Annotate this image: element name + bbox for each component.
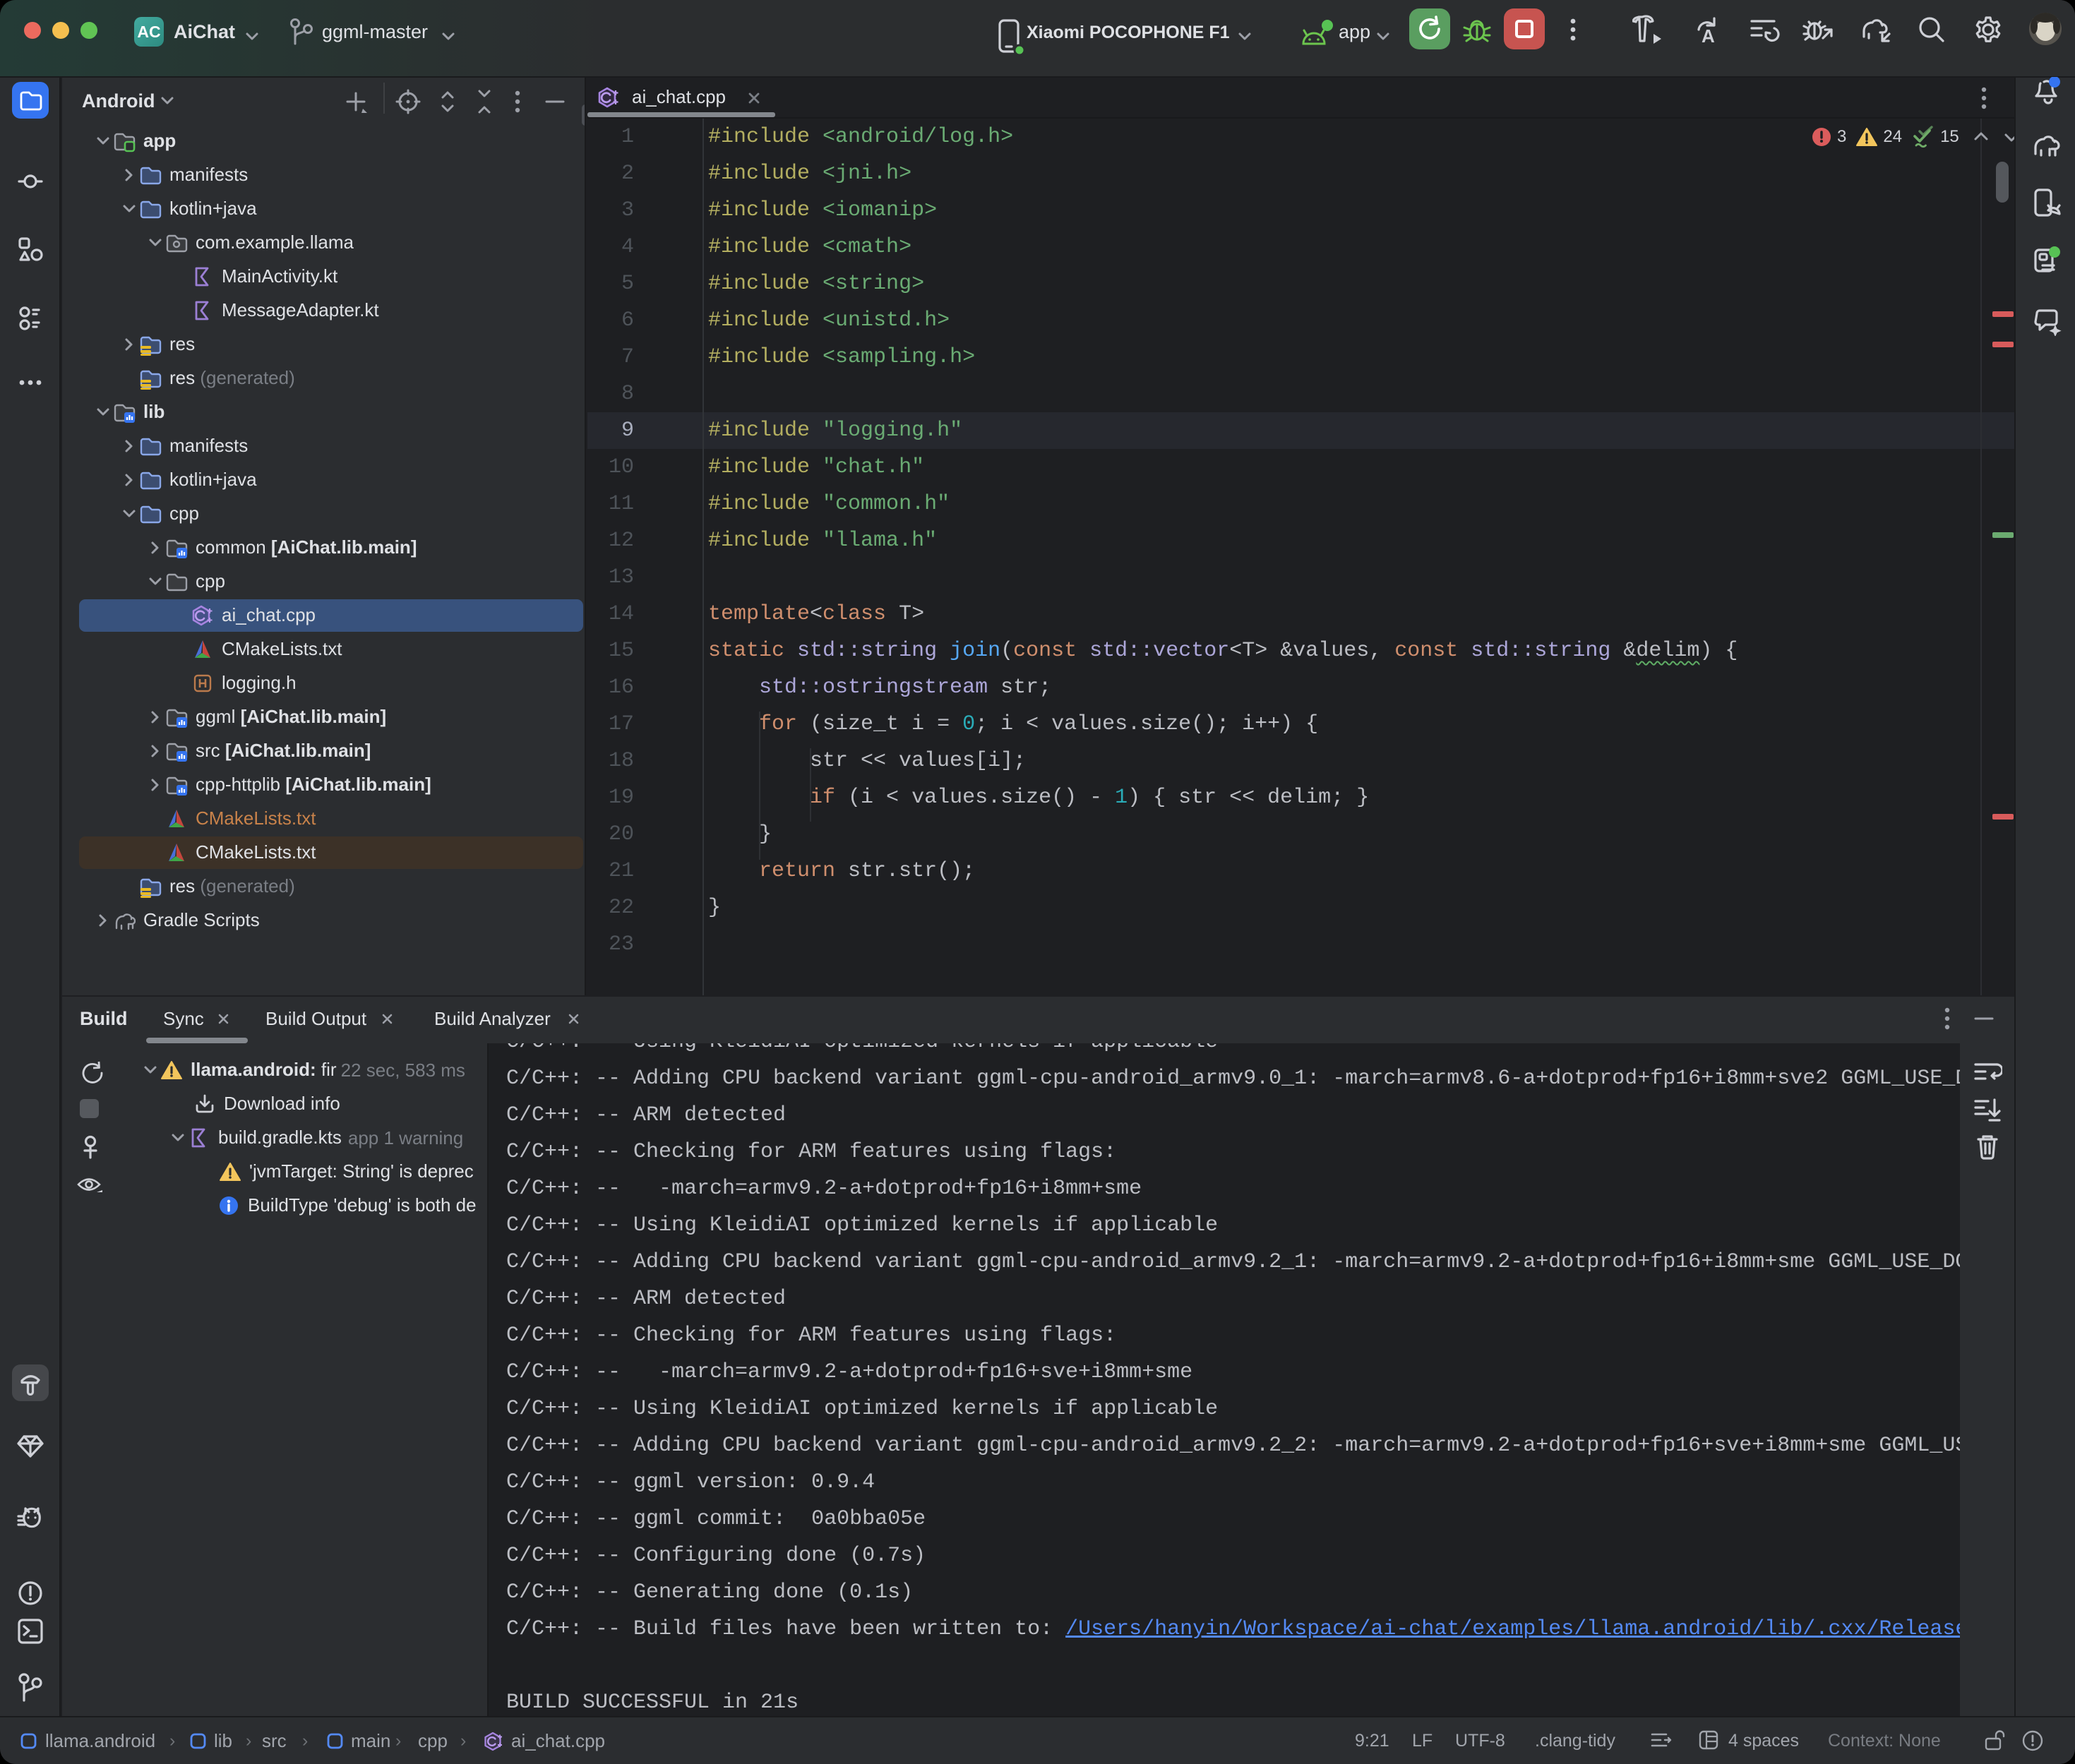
svg-text:A: A <box>1702 25 1715 47</box>
